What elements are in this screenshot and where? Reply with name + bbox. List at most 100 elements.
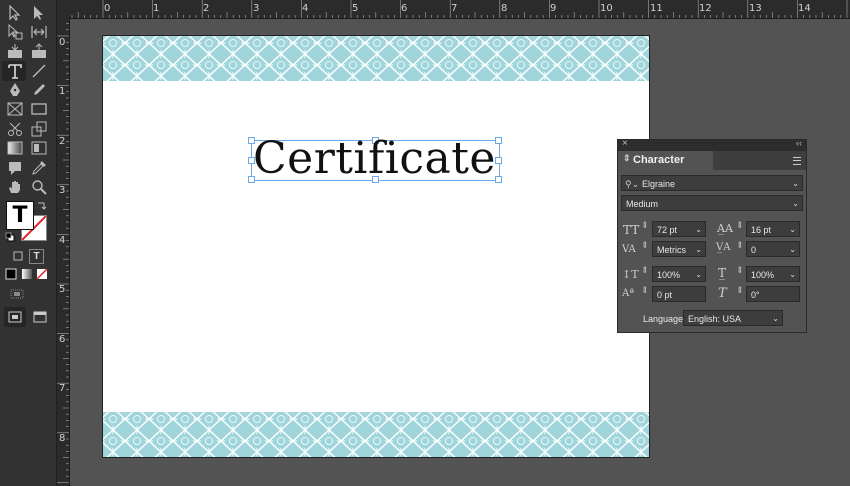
- leading-field[interactable]: 16 pt ⌄: [746, 221, 800, 237]
- vertical-scale-value: 100%: [657, 270, 681, 280]
- normal-view-mode-icon[interactable]: [8, 310, 22, 324]
- rectangle-tool-icon[interactable]: [31, 101, 47, 117]
- gradient-feather-tool-icon[interactable]: [31, 140, 47, 156]
- pencil-tool-icon[interactable]: [31, 82, 47, 98]
- stepper-icon[interactable]: ⇕: [641, 286, 649, 296]
- skew-value: 0°: [751, 290, 760, 300]
- tracking-field[interactable]: 0 ⌄: [746, 241, 800, 257]
- tracking-value: 0: [751, 245, 757, 255]
- font-style-value: Medium: [626, 199, 659, 209]
- stepper-icon[interactable]: ⇕: [736, 266, 744, 276]
- chevron-down-icon: ⌄: [789, 245, 796, 254]
- stepper-icon[interactable]: ⇕: [736, 241, 744, 251]
- hand-tool-icon[interactable]: [7, 179, 23, 195]
- ruler-label: 0: [104, 3, 111, 14]
- ruler-label: 1: [59, 86, 66, 97]
- chevron-down-icon: ⌄: [772, 314, 779, 323]
- ruler-label: 5: [59, 284, 66, 295]
- language-select[interactable]: English: USA ⌄: [683, 310, 783, 326]
- baseline-shift-value: 0 pt: [657, 290, 673, 300]
- apply-color-icon[interactable]: [5, 268, 17, 280]
- note-tool-icon[interactable]: [7, 160, 23, 176]
- tracking-icon: V̲A: [716, 242, 731, 253]
- preview-mode-icon[interactable]: [33, 310, 47, 324]
- leading-icon: A̲A: [717, 222, 733, 235]
- stepper-icon[interactable]: ⇕: [641, 221, 649, 231]
- ruler-label: 12: [699, 3, 712, 14]
- zoom-tool-icon[interactable]: [31, 179, 47, 195]
- horizontal-scale-field[interactable]: 100% ⌄: [746, 266, 800, 282]
- panel-header-bar[interactable]: × ‹‹: [618, 138, 806, 151]
- certificate-title[interactable]: Certificate: [253, 133, 496, 184]
- free-transform-tool-icon[interactable]: [31, 121, 47, 137]
- lattice-pattern: [103, 412, 649, 457]
- stepper-icon[interactable]: ⇕: [641, 266, 649, 276]
- top-pattern-band[interactable]: [103, 36, 649, 81]
- ruler-label: 7: [451, 3, 458, 14]
- frame-handle[interactable]: [495, 157, 502, 164]
- scissors-tool-icon[interactable]: [7, 121, 23, 137]
- page-tool-icon[interactable]: [7, 24, 23, 40]
- horizontal-ruler[interactable]: 0 1 2 3 4 5 6 7 8 9 10 11 12 13 14: [69, 0, 850, 19]
- content-placer-tool-icon[interactable]: [31, 43, 47, 59]
- eyedropper-tool-icon[interactable]: [31, 160, 47, 176]
- ruler-label: 5: [352, 3, 359, 14]
- font-size-field[interactable]: 72 pt ⌄: [652, 221, 706, 237]
- chevron-down-icon: ⌄: [789, 270, 796, 279]
- content-collector-tool-icon[interactable]: [7, 43, 23, 59]
- vertical-scale-field[interactable]: 100% ⌄: [652, 266, 706, 282]
- tools-panel: T T: [0, 0, 56, 486]
- ruler-label: 13: [749, 3, 762, 14]
- language-label: Language:: [643, 314, 686, 324]
- ruler-label: 2: [203, 3, 210, 14]
- gap-tool-icon[interactable]: [31, 24, 47, 40]
- character-panel: × ‹‹ ⇕ Character ⚲⌄ Elgraine ⌄ Medium ⌄ …: [617, 138, 807, 333]
- close-icon[interactable]: ×: [622, 138, 628, 149]
- stepper-icon[interactable]: ⇕: [736, 221, 744, 231]
- document-page[interactable]: [102, 35, 650, 458]
- pen-tool-icon[interactable]: [7, 82, 23, 98]
- apply-gradient-icon[interactable]: [21, 268, 33, 280]
- screen-mode-icon[interactable]: [10, 288, 24, 300]
- ruler-label: 9: [550, 3, 557, 14]
- ruler-label: 14: [798, 3, 811, 14]
- line-tool-icon[interactable]: [31, 63, 47, 79]
- bottom-pattern-band[interactable]: [103, 412, 649, 457]
- ruler-label: 11: [650, 3, 663, 14]
- fill-swatch-type-icon[interactable]: T: [6, 201, 34, 230]
- frame-handle[interactable]: [495, 137, 502, 144]
- tab-character[interactable]: ⇕ Character: [618, 151, 713, 170]
- ruler-label: 3: [59, 185, 66, 196]
- direct-selection-tool-icon[interactable]: [31, 5, 47, 21]
- ruler-label: 10: [600, 3, 613, 14]
- ruler-label: 2: [59, 136, 66, 147]
- skew-field[interactable]: 0°: [746, 286, 800, 302]
- ruler-label: 8: [59, 433, 66, 444]
- horizontal-scale-icon: T̲: [718, 266, 727, 280]
- kerning-icon: VA: [622, 244, 636, 255]
- swap-fill-stroke-icon[interactable]: [36, 200, 48, 212]
- panel-menu-icon[interactable]: [793, 157, 801, 165]
- default-fill-stroke-icon[interactable]: [5, 232, 15, 242]
- kerning-field[interactable]: Metrics ⌄: [652, 241, 706, 257]
- apply-none-icon[interactable]: [36, 268, 48, 280]
- font-family-field[interactable]: ⚲⌄ Elgraine ⌄: [621, 175, 803, 191]
- type-tool-icon[interactable]: [7, 63, 23, 79]
- kerning-value: Metrics: [657, 245, 686, 255]
- chevron-down-icon: ⌄: [792, 199, 799, 208]
- stepper-icon[interactable]: ⇕: [736, 286, 744, 296]
- frame-handle[interactable]: [495, 176, 502, 183]
- selection-tool-icon[interactable]: [7, 5, 23, 21]
- baseline-shift-field[interactable]: 0 pt: [652, 286, 706, 302]
- font-search-icon: ⚲⌄: [625, 179, 640, 189]
- lattice-pattern: [103, 36, 649, 81]
- rectangle-frame-tool-icon[interactable]: [7, 101, 23, 117]
- font-style-field[interactable]: Medium ⌄: [621, 195, 803, 211]
- ruler-label: 4: [59, 235, 66, 246]
- gradient-swatch-tool-icon[interactable]: [7, 140, 23, 156]
- stepper-icon[interactable]: ⇕: [641, 241, 649, 251]
- vertical-ruler[interactable]: 0 1 2 3 4 5 6 7 8: [57, 18, 70, 486]
- formatting-container-icon[interactable]: [12, 250, 24, 262]
- formatting-text-icon[interactable]: T: [29, 249, 44, 264]
- collapse-icon[interactable]: ‹‹: [796, 138, 802, 148]
